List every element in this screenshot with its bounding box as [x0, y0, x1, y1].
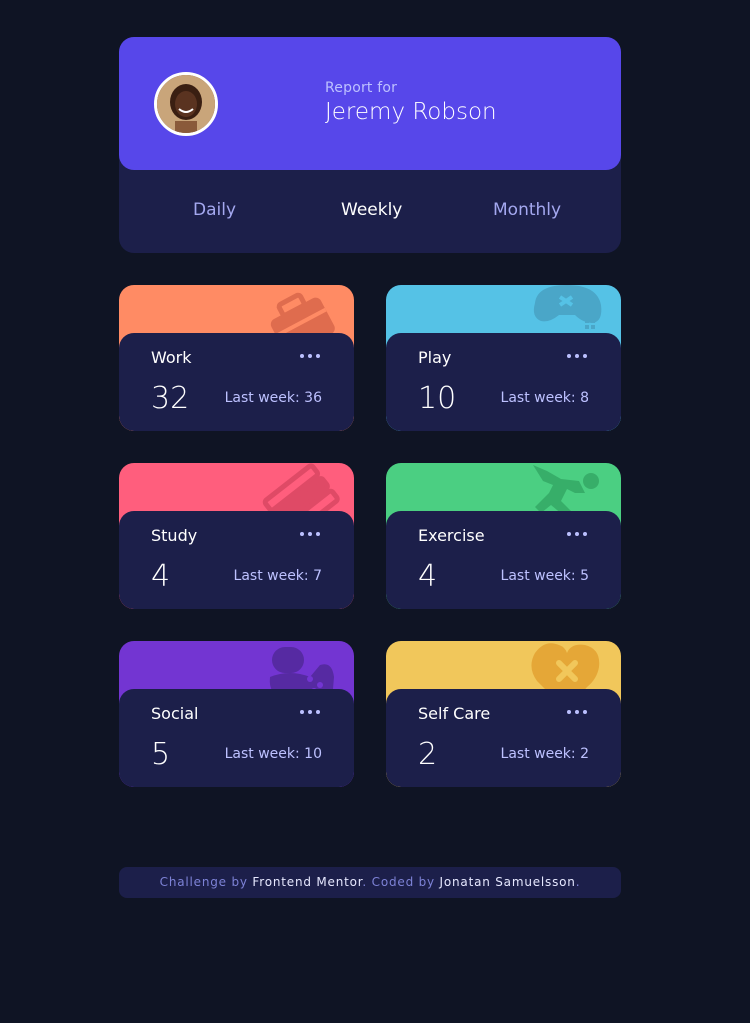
- current-hours: 10: [418, 381, 457, 416]
- ellipsis-icon[interactable]: [567, 529, 591, 539]
- activity-body: Play 10 Last week: 8: [386, 333, 621, 431]
- activity-body: Self Care 2 Last week: 2: [386, 689, 621, 787]
- tab-weekly[interactable]: Weekly: [341, 200, 402, 220]
- activity-title: Self Care: [418, 704, 491, 723]
- activity-title: Work: [151, 348, 192, 367]
- activity-title: Exercise: [418, 526, 485, 545]
- tab-daily[interactable]: Daily: [193, 200, 236, 220]
- footer-prefix: Challenge by: [159, 875, 253, 889]
- attribution-footer: Challenge by Frontend Mentor. Coded by J…: [119, 867, 621, 898]
- current-hours: 5: [151, 737, 171, 772]
- activity-card-study[interactable]: Study 4 Last week: 7: [119, 463, 354, 609]
- report-for-label: Report for: [325, 80, 398, 96]
- frontend-mentor-link[interactable]: Frontend Mentor: [252, 875, 362, 889]
- ellipsis-icon[interactable]: [300, 529, 324, 539]
- activity-title: Social: [151, 704, 199, 723]
- activity-card-play[interactable]: Play 10 Last week: 8: [386, 285, 621, 431]
- previous-hours: Last week: 2: [500, 746, 589, 762]
- ellipsis-icon[interactable]: [300, 351, 324, 361]
- footer-suffix: .: [575, 875, 581, 889]
- activity-body: Social 5 Last week: 10: [119, 689, 354, 787]
- previous-hours: Last week: 5: [500, 568, 589, 584]
- previous-hours: Last week: 36: [224, 390, 322, 406]
- activity-body: Work 32 Last week: 36: [119, 333, 354, 431]
- previous-hours: Last week: 10: [224, 746, 322, 762]
- current-hours: 2: [418, 737, 438, 772]
- profile-header: Report for Jeremy Robson: [119, 37, 621, 170]
- activity-title: Play: [418, 348, 452, 367]
- ellipsis-icon[interactable]: [567, 351, 591, 361]
- activity-card-social[interactable]: Social 5 Last week: 10: [119, 641, 354, 787]
- user-name: Jeremy Robson: [325, 99, 497, 125]
- ellipsis-icon[interactable]: [567, 707, 591, 717]
- activity-card-exercise[interactable]: Exercise 4 Last week: 5: [386, 463, 621, 609]
- activity-body: Study 4 Last week: 7: [119, 511, 354, 609]
- author-link[interactable]: Jonatan Samuelsson: [440, 875, 576, 889]
- avatar-photo: [157, 75, 215, 133]
- activity-card-self-care[interactable]: Self Care 2 Last week: 2: [386, 641, 621, 787]
- current-hours: 32: [151, 381, 190, 416]
- previous-hours: Last week: 7: [233, 568, 322, 584]
- footer-middle: . Coded by: [362, 875, 440, 889]
- avatar: [154, 72, 218, 136]
- activity-card-work[interactable]: Work 32 Last week: 36: [119, 285, 354, 431]
- current-hours: 4: [151, 559, 171, 594]
- ellipsis-icon[interactable]: [300, 707, 324, 717]
- activity-title: Study: [151, 526, 198, 545]
- previous-hours: Last week: 8: [500, 390, 589, 406]
- profile-card: Report for Jeremy Robson Daily Weekly Mo…: [119, 37, 621, 253]
- tab-monthly[interactable]: Monthly: [493, 200, 561, 220]
- current-hours: 4: [418, 559, 438, 594]
- activity-body: Exercise 4 Last week: 5: [386, 511, 621, 609]
